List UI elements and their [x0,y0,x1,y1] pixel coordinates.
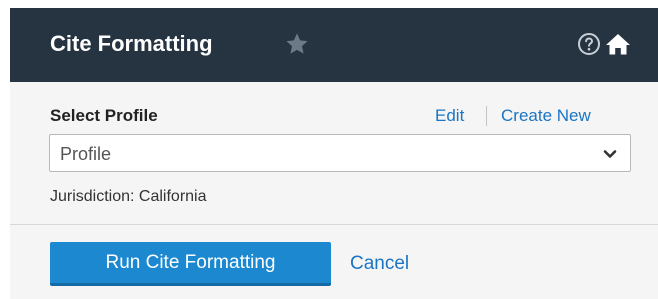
panel-header: Cite Formatting [10,8,658,82]
panel-footer: Run Cite Formatting Cancel [10,225,658,299]
select-profile-label: Select Profile [50,106,158,125]
chevron-down-icon [603,150,617,158]
star-icon[interactable] [284,31,310,57]
cite-formatting-panel: Cite Formatting Select Profile Edit Crea… [10,8,658,299]
link-divider [486,106,487,126]
run-cite-formatting-button[interactable]: Run Cite Formatting [50,242,331,286]
edit-link[interactable]: Edit [435,106,464,126]
profile-select-value: Profile [60,144,112,164]
jurisdiction-text: Jurisdiction: California [50,188,207,205]
panel-title: Cite Formatting [50,31,213,56]
profile-section: Select Profile Edit Create New Profile J… [10,82,658,224]
help-circle-icon[interactable] [577,32,601,56]
profile-select[interactable]: Profile [49,134,631,172]
cancel-link[interactable]: Cancel [350,253,409,275]
create-new-link[interactable]: Create New [501,106,591,126]
home-icon[interactable] [605,32,631,56]
